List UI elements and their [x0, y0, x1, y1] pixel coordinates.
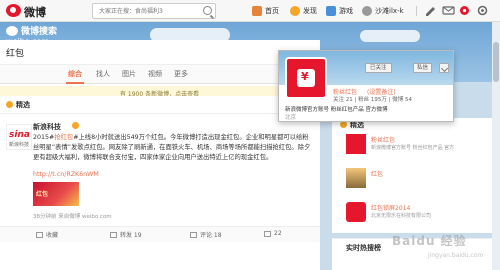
- red-envelope-icon: [346, 134, 366, 154]
- watermark-url: jingyan.baidu.com: [428, 252, 484, 259]
- section-icon: [6, 101, 13, 108]
- user-avatar-icon: [362, 6, 372, 16]
- watermark-text: Baidu 经验: [392, 234, 467, 248]
- favorite-button[interactable]: 收藏: [36, 230, 58, 239]
- post-body: 2015#抢红包#上线8小时就送出549万个红包。今年微博打造出现金红包。企业和…: [33, 133, 313, 162]
- gamepad-icon: [326, 6, 336, 16]
- recommend-item[interactable]: 红包: [346, 168, 496, 196]
- tab-images[interactable]: 图片: [122, 69, 136, 79]
- repost-icon: [110, 231, 117, 238]
- recommend-item[interactable]: 粉丝红包 新浪微博官方账号 粉丝红包产品 官方: [346, 134, 496, 162]
- repost-button[interactable]: 转发 19: [110, 230, 142, 239]
- recommend-name[interactable]: 红包: [371, 169, 383, 178]
- more-options-icon[interactable]: [439, 63, 449, 73]
- lockscreen-app-icon: [346, 202, 366, 222]
- profile-photo: [346, 168, 366, 188]
- settings-icon[interactable]: [476, 4, 489, 17]
- avatar-sub: 新浪科技: [9, 142, 30, 148]
- tab-people[interactable]: 找人: [96, 69, 110, 79]
- user-hover-card: 已关注 私信 粉丝红包 (设置备注) 关注 21 | 粉丝 195万 | 微博 …: [278, 50, 454, 122]
- thumb-up-icon: [264, 230, 271, 237]
- tab-more[interactable]: 更多: [174, 69, 188, 79]
- section-icon: [340, 121, 347, 128]
- section-title: 精选: [16, 101, 30, 109]
- follow-button[interactable]: 已关注: [365, 63, 392, 73]
- message-button[interactable]: 私信: [413, 63, 433, 73]
- page-scrollbar[interactable]: [492, 22, 500, 270]
- weibo-eye-icon: [6, 4, 21, 17]
- post-author[interactable]: 新浪科技: [33, 122, 61, 132]
- section-header: 精选 ⌄: [0, 96, 320, 114]
- comment-button[interactable]: 评论 18: [190, 230, 222, 239]
- star-icon: [36, 231, 43, 238]
- popup-location: 北京: [285, 115, 297, 121]
- weibo-logo[interactable]: 微博: [6, 3, 62, 19]
- edit-icon[interactable]: [424, 4, 437, 17]
- search-tabs: 综合 找人 图片 视频 更多: [0, 64, 320, 84]
- verified-badge-icon: [72, 122, 79, 129]
- post-body-post: #上线8小时就送出549万个红包。今年微博打造出现金红包。企业和明星都可以给粉丝…: [33, 134, 311, 161]
- popup-avatar[interactable]: [285, 57, 327, 99]
- search-input[interactable]: [93, 4, 197, 18]
- post-body-pre: 2015#: [33, 134, 55, 141]
- top-nav: 微博 首页 发现 游戏 沙滩ilx-k: [0, 0, 500, 22]
- scrollbar-thumb[interactable]: [493, 42, 499, 82]
- nav-game-label: 游戏: [339, 7, 353, 15]
- popup-description: 新浪微博官方账号 粉丝红包产品 官方微博: [285, 107, 388, 113]
- weibo-search-icon: [6, 26, 18, 36]
- recommend-name[interactable]: 粉丝红包: [371, 135, 395, 144]
- compass-icon: [290, 6, 300, 16]
- post-hashtag[interactable]: 抢红包: [54, 134, 73, 141]
- nav-discover-label: 发现: [303, 7, 317, 15]
- cloud-decoration: [360, 30, 420, 42]
- nav-home-label: 首页: [265, 7, 279, 15]
- repost-label: 转发 19: [120, 232, 142, 239]
- post-link[interactable]: http://t.cn/RZK6nWM: [33, 171, 99, 178]
- comment-label: 评论 18: [200, 232, 222, 239]
- nav-username: 沙滩ilx-k: [375, 7, 404, 15]
- comment-icon: [190, 231, 197, 238]
- post-thumbnail[interactable]: 红包: [33, 182, 79, 206]
- brand-name: 微博搜索: [21, 27, 58, 37]
- like-count: 22: [274, 230, 282, 237]
- post-card: sina 新浪科技 新浪科技 2015#抢红包#上线8小时就送出549万个红包。…: [0, 114, 320, 270]
- red-envelope-icon: [297, 69, 315, 87]
- message-icon[interactable]: [442, 4, 455, 17]
- search-box[interactable]: [92, 3, 216, 19]
- nav-game[interactable]: 游戏: [326, 5, 353, 17]
- logo-text: 微博: [24, 6, 46, 19]
- recommend-desc: 新浪微博官方账号 粉丝红包产品 官方: [371, 145, 455, 151]
- like-button[interactable]: 22: [264, 230, 282, 237]
- home-icon: [252, 6, 262, 16]
- post-meta: 38分钟前 来自微博 weibo.com: [33, 214, 112, 220]
- baidu-watermark: Baidu 经验 jingyan.baidu.com: [392, 212, 500, 270]
- tab-all[interactable]: 综合: [68, 69, 82, 79]
- popup-stats: 关注 21 | 粉丝 195万 | 微博 54: [333, 97, 412, 103]
- hot-search-title[interactable]: 实时热搜榜: [346, 243, 381, 253]
- nav-divider: [416, 6, 417, 16]
- avatar[interactable]: sina 新浪科技: [6, 124, 32, 150]
- post-actions: 收藏 转发 19 评论 18 22: [0, 226, 320, 242]
- favorite-label: 收藏: [46, 232, 59, 239]
- query-title: 红包: [6, 49, 25, 59]
- avatar-brand: sina: [9, 130, 30, 140]
- gear-icon[interactable]: [458, 4, 471, 17]
- nav-user[interactable]: 沙滩ilx-k: [362, 5, 404, 17]
- nav-discover[interactable]: 发现: [290, 5, 317, 17]
- recommend-name[interactable]: 红包锁屏2014: [371, 203, 410, 212]
- thumbnail-text: 红包: [36, 191, 49, 198]
- search-icon[interactable]: [203, 6, 212, 15]
- active-tab-indicator: [66, 82, 84, 84]
- nav-home[interactable]: 首页: [252, 5, 279, 17]
- tab-videos[interactable]: 视频: [148, 69, 162, 79]
